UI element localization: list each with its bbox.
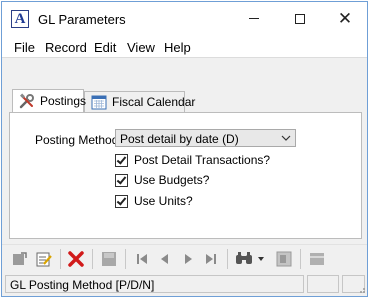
check-icon: [116, 194, 127, 206]
previous-record-button[interactable]: [154, 248, 176, 270]
use-units-checkbox[interactable]: Use Units?: [115, 193, 193, 209]
checkbox-box[interactable]: [115, 194, 128, 208]
last-record-icon: [206, 254, 216, 264]
a-logo-icon: A: [11, 10, 29, 28]
save-icon: [102, 252, 116, 266]
last-record-button[interactable]: [200, 248, 222, 270]
tab-postings[interactable]: Postings: [12, 89, 87, 112]
status-message-panel: GL Posting Method [P/D/N]: [5, 275, 304, 293]
toolbar-separator: [92, 249, 93, 269]
use-budgets-checkbox[interactable]: Use Budgets?: [115, 172, 209, 188]
status-message: GL Posting Method [P/D/N]: [10, 278, 155, 292]
post-detail-transactions-checkbox[interactable]: Post Detail Transactions?: [115, 152, 270, 168]
delete-icon: [68, 251, 84, 267]
find-icon: [236, 252, 252, 264]
find-dropdown-icon: [258, 257, 264, 261]
next-record-icon: [185, 254, 192, 264]
tab-fiscal-calendar-label: Fiscal Calendar: [112, 95, 196, 109]
maximize-button[interactable]: [277, 2, 323, 35]
resize-grip-icon[interactable]: [356, 284, 366, 294]
previous-record-icon: [161, 254, 168, 264]
record-toolbar: [2, 244, 367, 272]
gl-parameters-window: A GL Parameters ✕ File Record Edit View …: [1, 1, 368, 297]
tab-postings-label: Postings: [40, 94, 87, 108]
checkbox-label: Use Budgets?: [134, 173, 210, 187]
find-button[interactable]: [233, 248, 255, 270]
status-bar: GL Posting Method [P/D/N]: [2, 273, 367, 295]
tools-icon: [19, 93, 35, 109]
edit-record-icon: [36, 252, 52, 267]
delete-button[interactable]: [65, 248, 87, 270]
toolbar-separator: [300, 249, 301, 269]
title-bar[interactable]: A GL Parameters ✕: [2, 2, 367, 35]
find-dropdown-button[interactable]: [255, 248, 267, 270]
menu-view[interactable]: View: [127, 40, 155, 55]
minimize-button[interactable]: [231, 2, 277, 35]
maximize-icon: [295, 13, 305, 24]
checkbox-box[interactable]: [115, 173, 128, 187]
window-title: GL Parameters: [38, 12, 126, 27]
checkbox-label: Use Units?: [134, 194, 193, 208]
check-icon: [116, 153, 127, 165]
first-record-button[interactable]: [131, 248, 153, 270]
lookup-button[interactable]: [273, 248, 295, 270]
edit-record-button[interactable]: [33, 248, 55, 270]
menu-record[interactable]: Record: [45, 40, 87, 55]
view-button[interactable]: [306, 248, 328, 270]
menu-edit[interactable]: Edit: [94, 40, 116, 55]
view-icon: [310, 253, 324, 265]
posting-method-label: Posting Method:: [35, 133, 122, 147]
new-record-icon: [13, 252, 27, 265]
toolbar-separator: [227, 249, 228, 269]
status-panel-2: [307, 275, 339, 293]
close-icon: ✕: [337, 9, 353, 28]
close-button[interactable]: ✕: [322, 2, 368, 35]
toolbar-separator: [60, 249, 61, 269]
menu-help[interactable]: Help: [164, 40, 191, 55]
tab-fiscal-calendar[interactable]: Fiscal Calendar: [84, 91, 195, 113]
toolbar-separator: [125, 249, 126, 269]
save-button[interactable]: [98, 248, 120, 270]
minimize-icon: [249, 18, 259, 19]
menu-divider: [2, 57, 367, 58]
postings-panel: Posting Method: Post detail by date (D) …: [9, 112, 362, 239]
lookup-icon: [276, 251, 292, 267]
check-icon: [116, 173, 127, 185]
checkbox-label: Post Detail Transactions?: [134, 153, 271, 167]
next-record-button[interactable]: [177, 248, 199, 270]
posting-method-value: Post detail by date (D): [120, 132, 239, 146]
menu-file[interactable]: File: [14, 40, 35, 55]
chevron-down-icon: [281, 130, 291, 149]
first-record-icon: [137, 254, 147, 264]
calendar-icon: [91, 94, 107, 110]
menu-bar: File Record Edit View Help: [2, 35, 367, 57]
new-record-button[interactable]: [9, 248, 31, 270]
posting-method-select[interactable]: Post detail by date (D): [115, 129, 296, 147]
checkbox-box[interactable]: [115, 153, 128, 167]
